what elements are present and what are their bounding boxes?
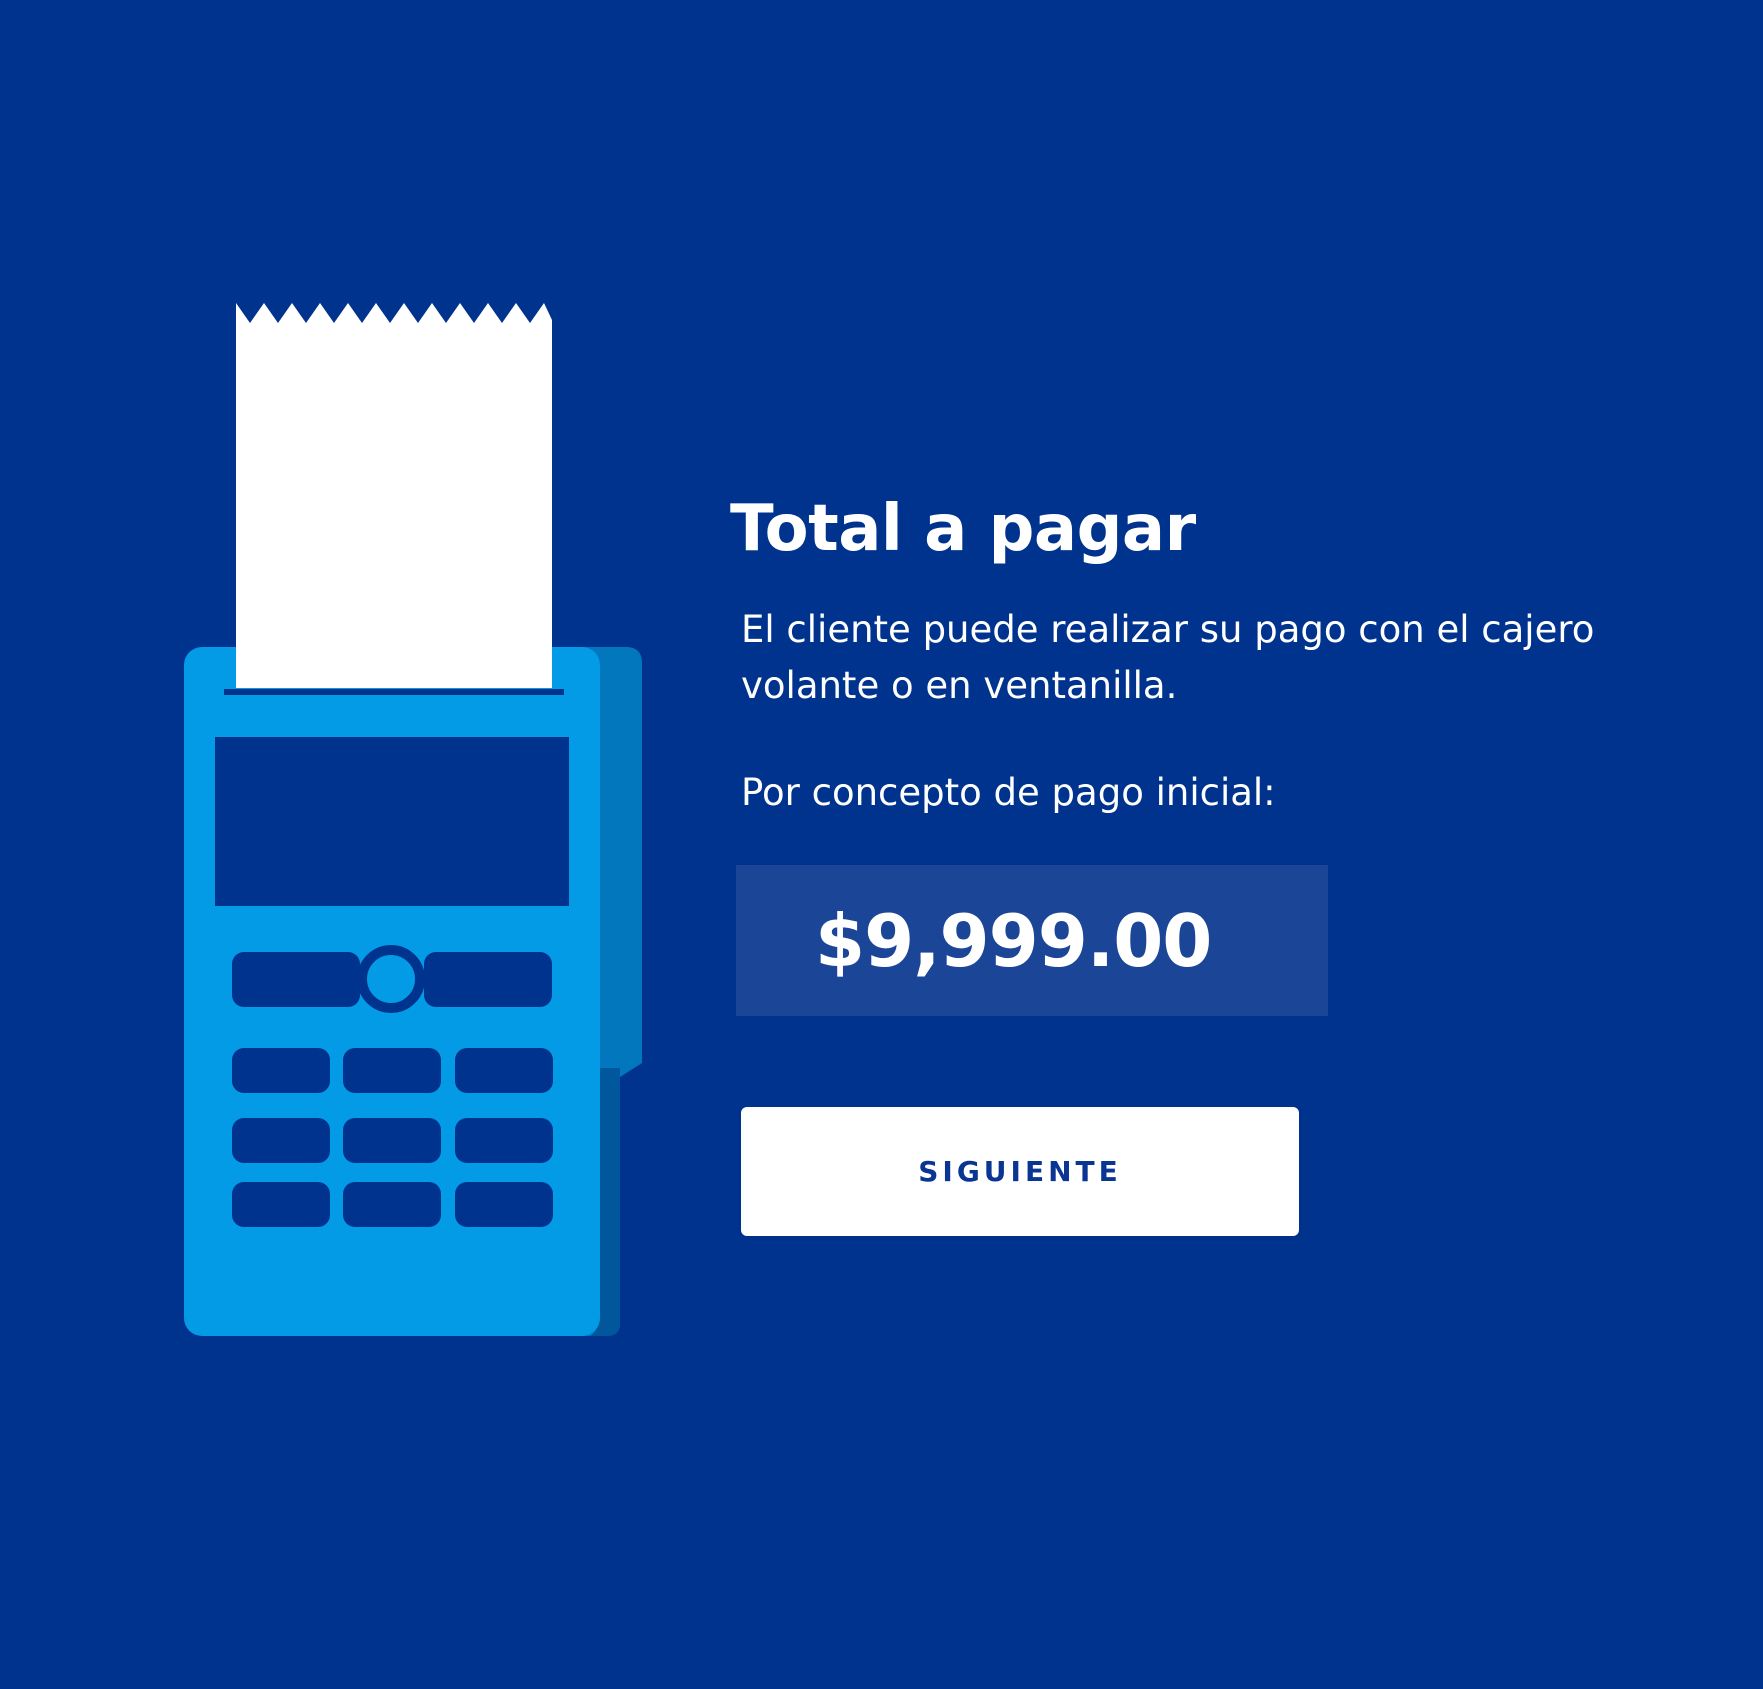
navigation-right-button-icon: [424, 952, 552, 1007]
payment-instructions: El cliente puede realizar su pago con el…: [741, 608, 1595, 707]
keypad-key-4: [232, 1118, 330, 1163]
keypad-key-6: [455, 1118, 553, 1163]
payment-concept-label: Por concepto de pago inicial:: [741, 771, 1276, 814]
amount-display: $9,999.00: [736, 865, 1328, 1016]
navigation-center-core-icon: [371, 959, 411, 999]
navigation-pad: [232, 945, 552, 1013]
keypad-key-8: [343, 1182, 441, 1227]
keypad-key-2: [343, 1048, 441, 1093]
amount-value: $9,999.00: [815, 899, 1212, 983]
keypad-key-3: [455, 1048, 553, 1093]
payment-terminal-icon: [184, 303, 642, 1336]
keypad-icon: [232, 1048, 553, 1227]
receipt-paper-icon: [236, 303, 552, 688]
keypad-key-5: [343, 1118, 441, 1163]
keypad-key-1: [232, 1048, 330, 1093]
next-button[interactable]: SIGUIENTE: [741, 1107, 1299, 1236]
keypad-key-7: [232, 1182, 330, 1227]
keypad-key-9: [455, 1182, 553, 1227]
navigation-left-button-icon: [232, 952, 360, 1007]
terminal-screen-icon: [215, 737, 569, 906]
page-title: Total a pagar: [730, 492, 1196, 566]
receipt-slot: [224, 689, 564, 695]
